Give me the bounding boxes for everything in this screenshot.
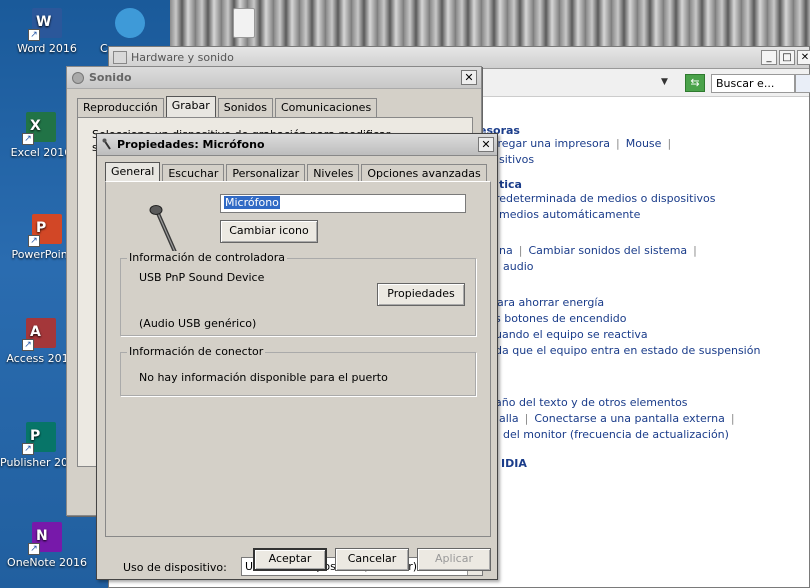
refresh-rate-link[interactable]: del monitor (frecuencia de actualización…	[503, 428, 729, 441]
audio-devices-link[interactable]: audio	[503, 260, 533, 273]
external-display-link[interactable]: Conectarse a una pantalla externa	[534, 412, 725, 425]
change-system-sounds-link[interactable]: Cambiar sonidos del sistema	[528, 244, 687, 257]
controller-name: USB PnP Sound Device	[139, 271, 265, 284]
dialog-title: Sonido	[89, 71, 132, 84]
powerpoint-app-icon: P ↗	[28, 214, 62, 247]
onenote-app-icon: N ↗	[28, 522, 62, 555]
dialog-title: Propiedades: Micrófono	[117, 138, 265, 151]
document-icon	[233, 8, 255, 38]
ok-button[interactable]: Aceptar	[253, 548, 327, 571]
search-input[interactable]: Buscar e...	[711, 74, 795, 93]
properties-button[interactable]: Propiedades	[377, 283, 465, 306]
refresh-icon[interactable]: ⇆	[685, 74, 705, 92]
wallpaper-photo-strip	[170, 0, 810, 48]
tab-sounds[interactable]: Sonidos	[217, 98, 273, 117]
desktop-icon-onenote[interactable]: N ↗ OneNote 2016	[2, 522, 92, 569]
device-name-field[interactable]: Micrófono	[220, 194, 466, 213]
controller-info-legend: Información de controladora	[127, 251, 287, 264]
excel-app-icon: X ↗	[22, 112, 56, 145]
devices-link[interactable]: sitivos	[499, 153, 534, 166]
jack-info-legend: Información de conector	[127, 345, 266, 358]
word-app-icon: W ↗	[28, 8, 62, 41]
tab-playback[interactable]: Reproducción	[77, 98, 164, 117]
cancel-button[interactable]: Cancelar	[335, 548, 409, 571]
autoplay-default-link[interactable]: redeterminada de medios o dispositivos	[495, 192, 715, 205]
tab-general[interactable]: General	[105, 162, 161, 183]
power-buttons-link[interactable]: s botones de encendido	[495, 312, 626, 325]
sleep-link[interactable]: da que el equipo entra en estado de susp…	[495, 344, 760, 357]
usage-label: Uso de dispositivo:	[123, 561, 227, 574]
apply-button[interactable]: Aplicar	[417, 548, 491, 571]
jack-info-group: Información de conector No hay informaci…	[120, 345, 476, 396]
desktop-icon-label: Word 2016	[17, 42, 77, 55]
sound-dialog-titlebar: Sonido ✕	[67, 67, 481, 89]
controller-info-group: Información de controladora USB PnP Soun…	[120, 251, 476, 336]
properties-titlebar: Propiedades: Micrófono ✕	[97, 134, 497, 156]
desktop-icon-label: OneNote 2016	[7, 556, 87, 569]
publisher-app-icon: P ↗	[22, 422, 56, 455]
text-size-link[interactable]: año del texto y de otros elementos	[495, 396, 688, 409]
desktop-icon-word[interactable]: W ↗ Word 2016	[2, 8, 92, 55]
app-logo-icon	[115, 8, 145, 38]
tab-recording[interactable]: Grabar	[165, 96, 216, 117]
close-button[interactable]: ✕	[461, 70, 477, 85]
search-icon[interactable]	[795, 74, 810, 93]
desktop-icon-document[interactable]	[230, 8, 258, 42]
autoplay-heading[interactable]: tica	[499, 178, 522, 191]
resolution-link[interactable]: alla	[499, 412, 519, 425]
mouse-link[interactable]: Mouse	[626, 137, 662, 150]
autoplay-media-link[interactable]: medios automáticamente	[499, 208, 640, 221]
sound-tabs: Reproducción Grabar Sonidos Comunicacion…	[77, 96, 379, 117]
sound-links: na | Cambiar sonidos del sistema |	[499, 244, 697, 257]
jack-info-text: No hay información disponible para el pu…	[139, 371, 388, 384]
control-panel-icon	[113, 51, 127, 64]
microphone-properties-dialog: Propiedades: Micrófono ✕ General Escucha…	[96, 133, 498, 580]
maximize-button[interactable]: □	[779, 50, 795, 65]
tab-communications[interactable]: Comunicaciones	[274, 98, 378, 117]
sound-volume-link[interactable]: na	[499, 244, 513, 257]
close-button[interactable]: ✕	[797, 50, 810, 65]
general-panel: Micrófono Cambiar icono Información de c…	[105, 181, 491, 576]
wake-password-link[interactable]: uando el equipo se reactiva	[495, 328, 648, 341]
address-dropdown-icon[interactable]: ▼	[661, 77, 668, 87]
speaker-icon	[72, 72, 84, 84]
controller-driver: (Audio USB genérico)	[139, 317, 257, 330]
add-printer-link[interactable]: Agregar una impresora	[483, 137, 610, 150]
nvidia-heading[interactable]: IDIA	[501, 457, 527, 470]
window-title: Hardware y sonido	[131, 51, 234, 64]
change-icon-button[interactable]: Cambiar icono	[220, 220, 318, 243]
minimize-button[interactable]: _	[761, 50, 777, 65]
microphone-small-icon	[102, 138, 111, 150]
device-links: Agregar una impresora | Mouse |	[483, 137, 672, 150]
access-app-icon: A ↗	[22, 318, 56, 351]
display-links: alla | Conectarse a una pantalla externa |	[499, 412, 735, 425]
power-saving-link[interactable]: ara ahorrar energía	[497, 296, 604, 309]
device-name-value: Micrófono	[224, 196, 280, 209]
close-button[interactable]: ✕	[478, 137, 494, 152]
